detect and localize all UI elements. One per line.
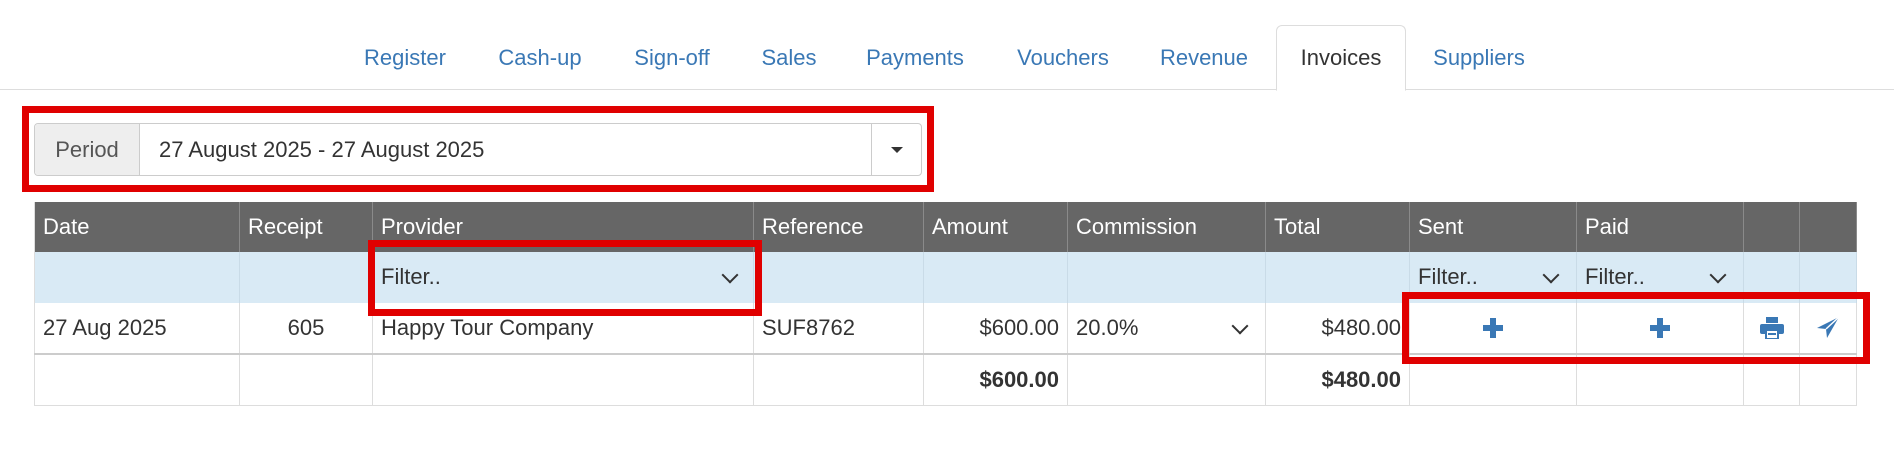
- tab-sign-off[interactable]: Sign-off: [617, 26, 727, 90]
- chevron-down-icon: [1709, 266, 1727, 284]
- paid-filter-value: Filter..: [1585, 264, 1645, 289]
- total-cell-empty: [1068, 355, 1266, 405]
- printer-icon: [1759, 317, 1784, 339]
- col-header-commission[interactable]: Commission: [1068, 202, 1266, 252]
- mark-paid-button[interactable]: [1577, 303, 1744, 353]
- col-header-send: [1800, 202, 1857, 252]
- total-cell-empty: [1744, 355, 1800, 405]
- filter-cell-empty: [240, 252, 373, 303]
- tab-sales[interactable]: Sales: [748, 26, 830, 90]
- tab-invoices[interactable]: Invoices: [1276, 25, 1406, 91]
- filter-cell-empty: [1068, 252, 1266, 303]
- nav-tabs: Register Cash-up Sign-off Sales Payments…: [0, 0, 1894, 91]
- col-header-provider[interactable]: Provider: [373, 202, 754, 252]
- chevron-down-icon: [1231, 317, 1249, 335]
- col-header-paid[interactable]: Paid: [1577, 202, 1744, 252]
- paid-filter-select[interactable]: Filter..: [1577, 252, 1744, 303]
- col-header-reference[interactable]: Reference: [754, 202, 924, 252]
- col-header-total[interactable]: Total: [1266, 202, 1410, 252]
- cell-amount: $600.00: [924, 303, 1068, 353]
- col-header-print: [1744, 202, 1800, 252]
- mark-sent-button[interactable]: [1410, 303, 1577, 353]
- caret-down-icon: [891, 147, 903, 153]
- tab-vouchers[interactable]: Vouchers: [1000, 26, 1126, 90]
- tab-suppliers[interactable]: Suppliers: [1421, 26, 1537, 90]
- total-cell-empty: [240, 355, 373, 405]
- commission-select[interactable]: 20.0%: [1068, 303, 1266, 353]
- total-amount: $600.00: [924, 355, 1068, 405]
- provider-filter-value: Filter..: [381, 264, 441, 289]
- filter-cell-empty: [754, 252, 924, 303]
- tab-revenue[interactable]: Revenue: [1147, 26, 1261, 90]
- invoices-table: Date Receipt Provider Reference Amount C…: [34, 202, 1857, 406]
- print-button[interactable]: [1744, 303, 1800, 353]
- total-cell-empty: [1800, 355, 1857, 405]
- period-dropdown-button[interactable]: [871, 124, 921, 175]
- tab-cash-up[interactable]: Cash-up: [484, 26, 596, 90]
- total-cell-empty: [1410, 355, 1577, 405]
- total-cell-empty: [754, 355, 924, 405]
- sent-filter-value: Filter..: [1418, 264, 1478, 289]
- total-cell-empty: [1577, 355, 1744, 405]
- plus-icon: [1650, 318, 1670, 338]
- filter-cell-empty: [1800, 252, 1857, 303]
- provider-filter-select[interactable]: Filter..: [373, 252, 754, 303]
- chevron-down-icon: [1542, 266, 1560, 284]
- filter-cell-empty: [924, 252, 1068, 303]
- filter-cell-empty: [1744, 252, 1800, 303]
- total-total: $480.00: [1266, 355, 1410, 405]
- period-label: Period: [35, 124, 140, 175]
- col-header-amount[interactable]: Amount: [924, 202, 1068, 252]
- send-icon: [1817, 317, 1840, 338]
- total-cell-empty: [373, 355, 754, 405]
- tab-register[interactable]: Register: [346, 26, 464, 90]
- col-header-sent[interactable]: Sent: [1410, 202, 1577, 252]
- filter-cell-empty: [34, 252, 240, 303]
- cell-receipt: 605: [240, 303, 373, 353]
- sent-filter-select[interactable]: Filter..: [1410, 252, 1577, 303]
- filter-cell-empty: [1266, 252, 1410, 303]
- col-header-receipt[interactable]: Receipt: [240, 202, 373, 252]
- commission-value: 20.0%: [1076, 315, 1139, 340]
- total-cell-empty: [34, 355, 240, 405]
- col-header-date[interactable]: Date: [34, 202, 240, 252]
- chevron-down-icon: [721, 266, 739, 284]
- cell-provider: Happy Tour Company: [373, 303, 754, 353]
- cell-total: $480.00: [1266, 303, 1410, 353]
- period-range-value[interactable]: 27 August 2025 - 27 August 2025: [159, 124, 484, 175]
- send-button[interactable]: [1800, 303, 1857, 353]
- table-row: 27 Aug 2025 605 Happy Tour Company SUF87…: [34, 303, 1857, 355]
- table-filter-row: Filter.. Filter.. Filter..: [34, 252, 1857, 303]
- period-picker[interactable]: Period 27 August 2025 - 27 August 2025: [34, 123, 922, 176]
- cell-date: 27 Aug 2025: [34, 303, 240, 353]
- cell-reference: SUF8762: [754, 303, 924, 353]
- table-header-row: Date Receipt Provider Reference Amount C…: [34, 202, 1857, 252]
- table-totals-row: $600.00 $480.00: [34, 355, 1857, 406]
- plus-icon: [1483, 318, 1503, 338]
- tab-payments[interactable]: Payments: [851, 26, 979, 90]
